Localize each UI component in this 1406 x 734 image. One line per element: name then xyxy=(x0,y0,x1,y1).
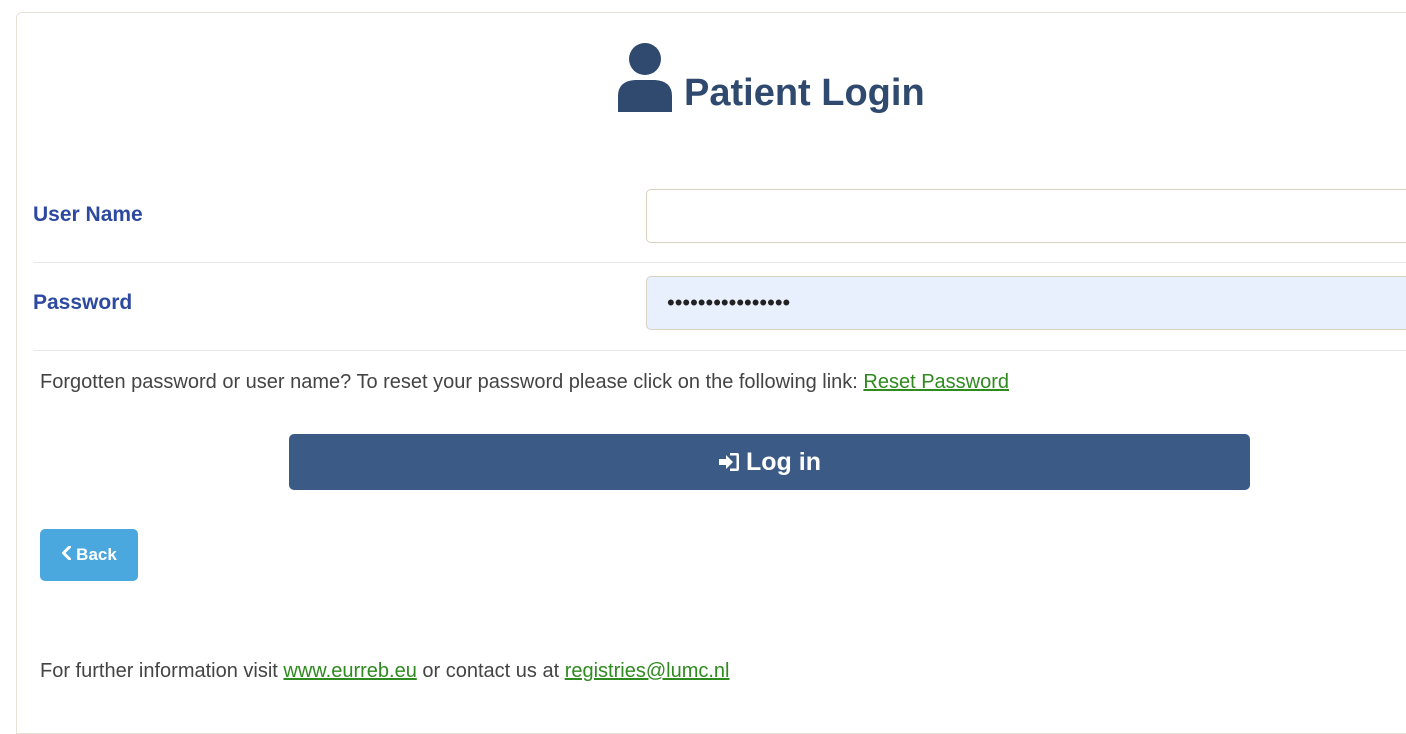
user-icon xyxy=(615,40,675,114)
back-button-label: Back xyxy=(76,545,117,564)
page-header: Patient Login xyxy=(0,40,1406,116)
website-link[interactable]: www.eurreb.eu xyxy=(283,660,416,682)
footer-info: For further information visit www.eurreb… xyxy=(40,658,729,684)
divider xyxy=(33,262,1406,263)
divider xyxy=(33,350,1406,351)
page-title: Patient Login xyxy=(684,72,925,114)
password-input[interactable] xyxy=(646,276,1406,330)
footer-text: For further information visit xyxy=(40,660,284,682)
login-button[interactable]: Log in xyxy=(289,434,1250,490)
sign-in-icon xyxy=(718,451,740,473)
chevron-left-icon xyxy=(61,545,72,565)
login-button-label: Log in xyxy=(746,447,821,476)
forgot-password-message: Forgotten password or user name? To rese… xyxy=(40,371,864,393)
password-label: Password xyxy=(33,291,133,314)
back-button[interactable]: Back xyxy=(40,529,138,581)
footer-text: or contact us at xyxy=(416,660,565,682)
forgot-password-text: Forgotten password or user name? To rese… xyxy=(40,369,1009,395)
reset-password-link[interactable]: Reset Password xyxy=(863,371,1009,393)
email-link[interactable]: registries@lumc.nl xyxy=(565,660,730,682)
username-input[interactable] xyxy=(646,189,1406,243)
username-label: User Name xyxy=(33,203,143,226)
